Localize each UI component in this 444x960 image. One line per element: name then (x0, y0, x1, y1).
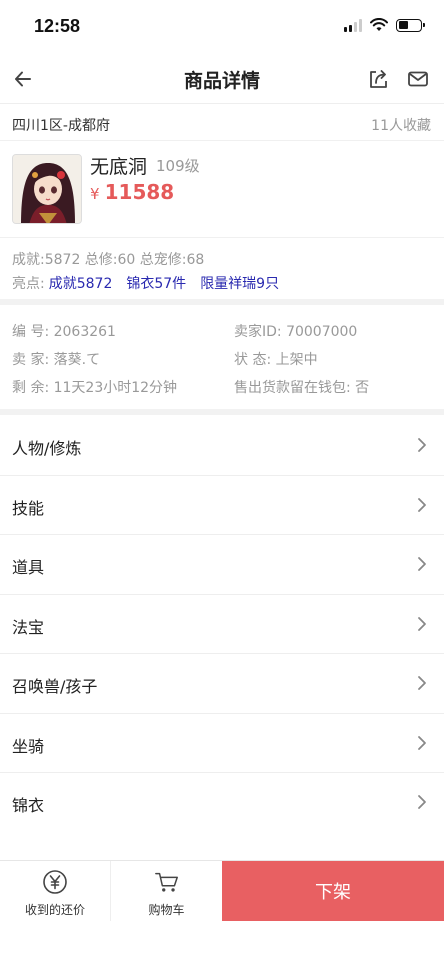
cart-icon (154, 869, 180, 895)
share-icon (370, 70, 387, 88)
highlight-achievement[interactable]: 成就5872 (49, 273, 113, 293)
menu-item-label: 技能 (12, 498, 45, 518)
highlight-limited-pets[interactable]: 限量祥瑞9只 (200, 273, 279, 293)
price-currency: ¥ (90, 185, 100, 203)
time-remaining: 剩 余: 11天23小时12分钟 (12, 380, 178, 396)
menu-item-mounts[interactable]: 坐骑 (0, 714, 444, 773)
highlights-label: 亮点: (12, 276, 45, 292)
chevron-right-icon (414, 497, 430, 513)
yen-circle-icon (42, 869, 68, 895)
wallet-setting: 售出货款留在钱包: 否 (234, 380, 370, 396)
chevron-right-icon (414, 616, 430, 632)
character-block: 无底洞 109级 ¥ 11588 (0, 142, 444, 238)
chevron-right-icon (414, 556, 430, 572)
chevron-right-icon (414, 735, 430, 751)
cart-button[interactable]: 购物车 (111, 861, 222, 921)
mail-button[interactable] (404, 65, 432, 93)
seller-name: 卖 家: 落葵.て (12, 352, 101, 368)
menu-item-summons[interactable]: 召唤兽/孩子 (0, 654, 444, 714)
mail-icon (408, 71, 428, 87)
wifi-icon (370, 18, 388, 31)
received-offers-button[interactable]: 收到的还价 (0, 861, 111, 921)
chevron-right-icon (414, 437, 430, 453)
menu-item-label: 坐骑 (12, 736, 45, 756)
menu-item-label: 道具 (12, 558, 45, 577)
section-divider (0, 409, 444, 415)
listing-status: 状 态: 上架中 (234, 352, 318, 368)
detail-menu: 人物/修炼 技能 道具 法宝 召唤兽/孩子 坐骑 锦衣 (0, 416, 444, 833)
menu-item-label: 法宝 (12, 617, 45, 637)
share-button[interactable] (364, 65, 392, 93)
character-name: 无底洞 (90, 156, 148, 178)
status-time: 12:58 (34, 16, 81, 36)
menu-item-label: 锦衣 (12, 796, 45, 815)
menu-item-treasures[interactable]: 法宝 (0, 595, 444, 654)
bottom-action-bar: 收到的还价 购物车 下架 (0, 860, 444, 921)
listing-id: 编 号: 2063261 (12, 324, 116, 340)
menu-item-label: 人物/修炼 (12, 439, 82, 458)
received-offers-label: 收到的还价 (24, 903, 85, 917)
chevron-right-icon (414, 794, 430, 810)
highlight-outfits[interactable]: 锦衣57件 (126, 273, 186, 293)
signal-icon (344, 18, 362, 32)
stats-summary: 成就:5872 总修:60 总宠修:68 (12, 252, 205, 268)
battery-icon (396, 18, 425, 32)
menu-item-outfits[interactable]: 锦衣 (0, 773, 444, 833)
status-icons (344, 18, 425, 32)
highlights: 亮点: 成就5872 锦衣57件 限量祥瑞9只 (12, 273, 279, 293)
favorites-count: 11人收藏 (371, 118, 431, 134)
menu-item-label: 召唤兽/孩子 (12, 677, 98, 696)
stats-block: 成就:5872 总修:60 总宠修:68 亮点: 成就5872 锦衣57件 限量… (0, 239, 444, 299)
menu-item-character[interactable]: 人物/修炼 (0, 416, 444, 476)
delist-button[interactable]: 下架 (222, 861, 444, 921)
listing-info: 编 号: 2063261 卖家ID: 70007000 卖 家: 落葵.て 状 … (0, 306, 444, 408)
server-row: 四川1区-成都府 11人收藏 (0, 105, 444, 141)
price-amount: 11588 (104, 180, 175, 204)
avatar (12, 154, 82, 224)
nav-bar: 商品详情 (0, 54, 444, 104)
chevron-right-icon (414, 675, 430, 691)
status-bar: 12:58 (0, 0, 444, 54)
price: ¥ 11588 (90, 180, 174, 204)
server-name: 四川1区-成都府 (12, 118, 110, 134)
seller-id: 卖家ID: 70007000 (234, 324, 358, 340)
section-divider (0, 299, 444, 305)
character-level: 109级 (156, 157, 200, 175)
cart-label: 购物车 (148, 903, 185, 917)
menu-item-skills[interactable]: 技能 (0, 476, 444, 535)
menu-item-items[interactable]: 道具 (0, 535, 444, 595)
